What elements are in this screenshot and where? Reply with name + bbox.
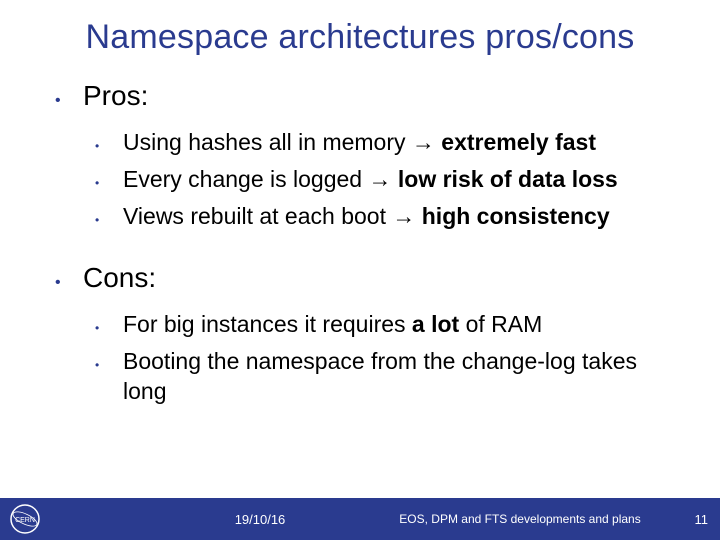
list-item: • Every change is logged → low risk of d… [55,164,680,197]
list-item-text: Using hashes all in memory → extremely f… [123,127,596,157]
list-item-text: Views rebuilt at each boot → high consis… [123,201,610,231]
slide: Namespace architectures pros/cons • Pros… [0,0,720,540]
svg-text:CERN: CERN [15,517,35,524]
cons-list: • For big instances it requires a lot of… [55,309,680,406]
arrow-icon: → [412,129,435,155]
list-item: • Booting the namespace from the change-… [55,346,680,406]
slide-footer: CERN 19/10/16 EOS, DPM and FTS developme… [0,498,720,540]
footer-page-number: 11 [695,512,709,527]
section-heading-cons: • Cons: [55,262,680,299]
text-plain: Every change is logged [123,166,369,192]
arrow-icon: → [369,166,392,192]
text-plain: For big instances it requires [123,311,412,337]
list-item-text: Every change is logged → low risk of dat… [123,164,618,194]
footer-date: 19/10/16 [200,512,320,527]
slide-title: Namespace architectures pros/cons [0,18,720,57]
list-item: • Using hashes all in memory → extremely… [55,127,680,160]
bullet-icon: • [95,132,123,160]
bullet-icon: • [55,85,83,117]
section-heading-pros: • Pros: [55,80,680,117]
bullet-icon: • [55,267,83,299]
bullet-icon: • [95,351,123,379]
arrow-icon: → [392,203,415,229]
slide-body: • Pros: • Using hashes all in memory → e… [55,80,680,434]
text-plain: Booting the namespace from the change-lo… [123,348,637,404]
list-item-text: Booting the namespace from the change-lo… [123,346,680,406]
section-heading-label: Pros: [83,80,148,112]
text-plain: Views rebuilt at each boot [123,203,392,229]
bullet-icon: • [95,169,123,197]
text-bold: a lot [412,311,459,337]
cern-logo-icon: CERN [8,502,42,536]
text-plain: of RAM [459,311,542,337]
footer-title: EOS, DPM and FTS developments and plans [380,512,660,526]
text-bold: high consistency [415,203,609,229]
list-item-text: For big instances it requires a lot of R… [123,309,542,339]
bullet-icon: • [95,314,123,342]
bullet-icon: • [95,206,123,234]
section-heading-label: Cons: [83,262,156,294]
pros-list: • Using hashes all in memory → extremely… [55,127,680,234]
text-bold: extremely fast [435,129,596,155]
text-bold: low risk of data loss [392,166,618,192]
text-plain: Using hashes all in memory [123,129,412,155]
list-item: • Views rebuilt at each boot → high cons… [55,201,680,234]
list-item: • For big instances it requires a lot of… [55,309,680,342]
